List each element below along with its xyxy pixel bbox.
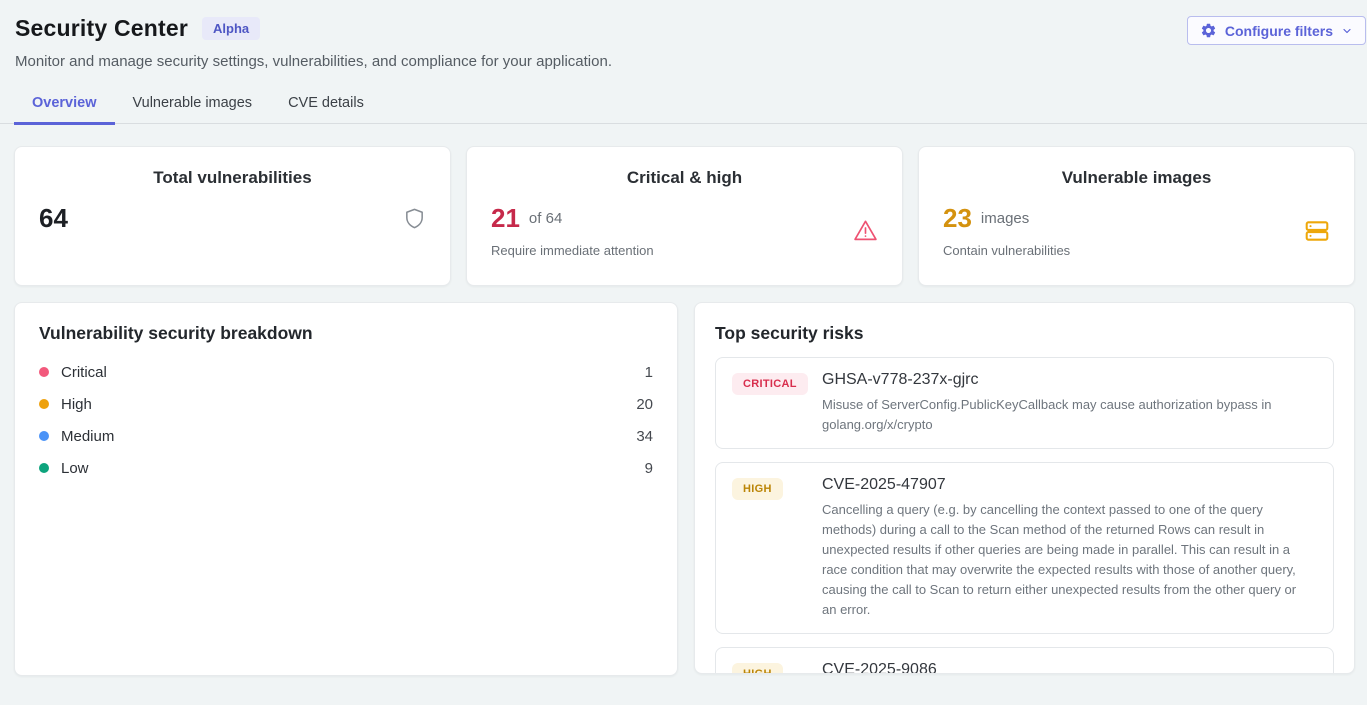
risk-description: Misuse of ServerConfig.PublicKeyCallback…	[822, 395, 1312, 435]
risk-id: CVE-2025-9086	[822, 661, 1317, 674]
gear-icon	[1200, 22, 1217, 39]
stat-card-title: Vulnerable images	[943, 168, 1330, 188]
top-security-risks-panel: Top security risks CRITICAL GHSA-v778-23…	[694, 302, 1355, 674]
severity-badge: CRITICAL	[732, 373, 808, 395]
critical-high-subtitle: Require immediate attention	[491, 243, 853, 258]
stat-card-title: Total vulnerabilities	[39, 168, 426, 188]
risk-description: Cancelling a query (e.g. by cancelling t…	[822, 500, 1312, 620]
stat-cards-row: Total vulnerabilities 64 Critical & high…	[14, 146, 1355, 286]
warning-icon	[853, 219, 878, 242]
breakdown-row-low: Low 9	[39, 452, 653, 484]
page-header: Security Center Alpha Monitor and manage…	[0, 0, 1367, 70]
chevron-down-icon	[1341, 25, 1353, 37]
critical-high-value: 21	[491, 203, 520, 234]
risk-card-ghsa-v778-237x-gjrc[interactable]: CRITICAL GHSA-v778-237x-gjrc Misuse of S…	[715, 357, 1334, 449]
risk-card-cve-2025-9086[interactable]: HIGH CVE-2025-9086	[715, 647, 1334, 674]
vulnerable-images-value: 23	[943, 203, 972, 234]
vulnerable-images-suffix: images	[981, 210, 1029, 227]
risk-id: CVE-2025-47907	[822, 476, 1317, 494]
shield-icon	[403, 206, 426, 231]
total-vulnerabilities-card: Total vulnerabilities 64	[14, 146, 451, 286]
security-center-page: Security Center Alpha Monitor and manage…	[0, 0, 1367, 705]
risk-card-cve-2025-47907[interactable]: HIGH CVE-2025-47907 Cancelling a query (…	[715, 462, 1334, 634]
alpha-badge: Alpha	[202, 17, 260, 41]
vulnerable-images-subtitle: Contain vulnerabilities	[943, 243, 1304, 258]
top-risks-title: Top security risks	[715, 323, 1334, 344]
images-stack-icon	[1304, 218, 1330, 244]
breakdown-row-high: High 20	[39, 388, 653, 420]
critical-dot-icon	[39, 367, 49, 377]
breakdown-row-medium: Medium 34	[39, 420, 653, 452]
tab-cve-details[interactable]: CVE details	[270, 87, 382, 125]
panels-row: Vulnerability security breakdown Critica…	[14, 302, 1355, 676]
risk-id: GHSA-v778-237x-gjrc	[822, 371, 1317, 389]
critical-high-suffix: of 64	[529, 210, 562, 227]
medium-dot-icon	[39, 431, 49, 441]
stat-card-title: Critical & high	[491, 168, 878, 188]
configure-filters-label: Configure filters	[1225, 23, 1333, 39]
page-title: Security Center	[15, 15, 188, 42]
critical-high-card: Critical & high 21 of 64 Require immedia…	[466, 146, 903, 286]
total-vulnerabilities-value: 64	[39, 203, 68, 234]
high-dot-icon	[39, 399, 49, 409]
breakdown-title: Vulnerability security breakdown	[39, 323, 653, 344]
severity-badge: HIGH	[732, 478, 783, 500]
page-subtitle: Monitor and manage security settings, vu…	[15, 53, 1355, 70]
tab-bar: Overview Vulnerable images CVE details	[0, 87, 1367, 124]
tab-overview[interactable]: Overview	[14, 87, 115, 125]
configure-filters-button[interactable]: Configure filters	[1187, 16, 1366, 45]
breakdown-row-critical: Critical 1	[39, 356, 653, 388]
tab-vulnerable-images[interactable]: Vulnerable images	[115, 87, 271, 125]
vulnerability-breakdown-panel: Vulnerability security breakdown Critica…	[14, 302, 678, 676]
vulnerable-images-card: Vulnerable images 23 images Contain vuln…	[918, 146, 1355, 286]
severity-badge: HIGH	[732, 663, 783, 674]
low-dot-icon	[39, 463, 49, 473]
